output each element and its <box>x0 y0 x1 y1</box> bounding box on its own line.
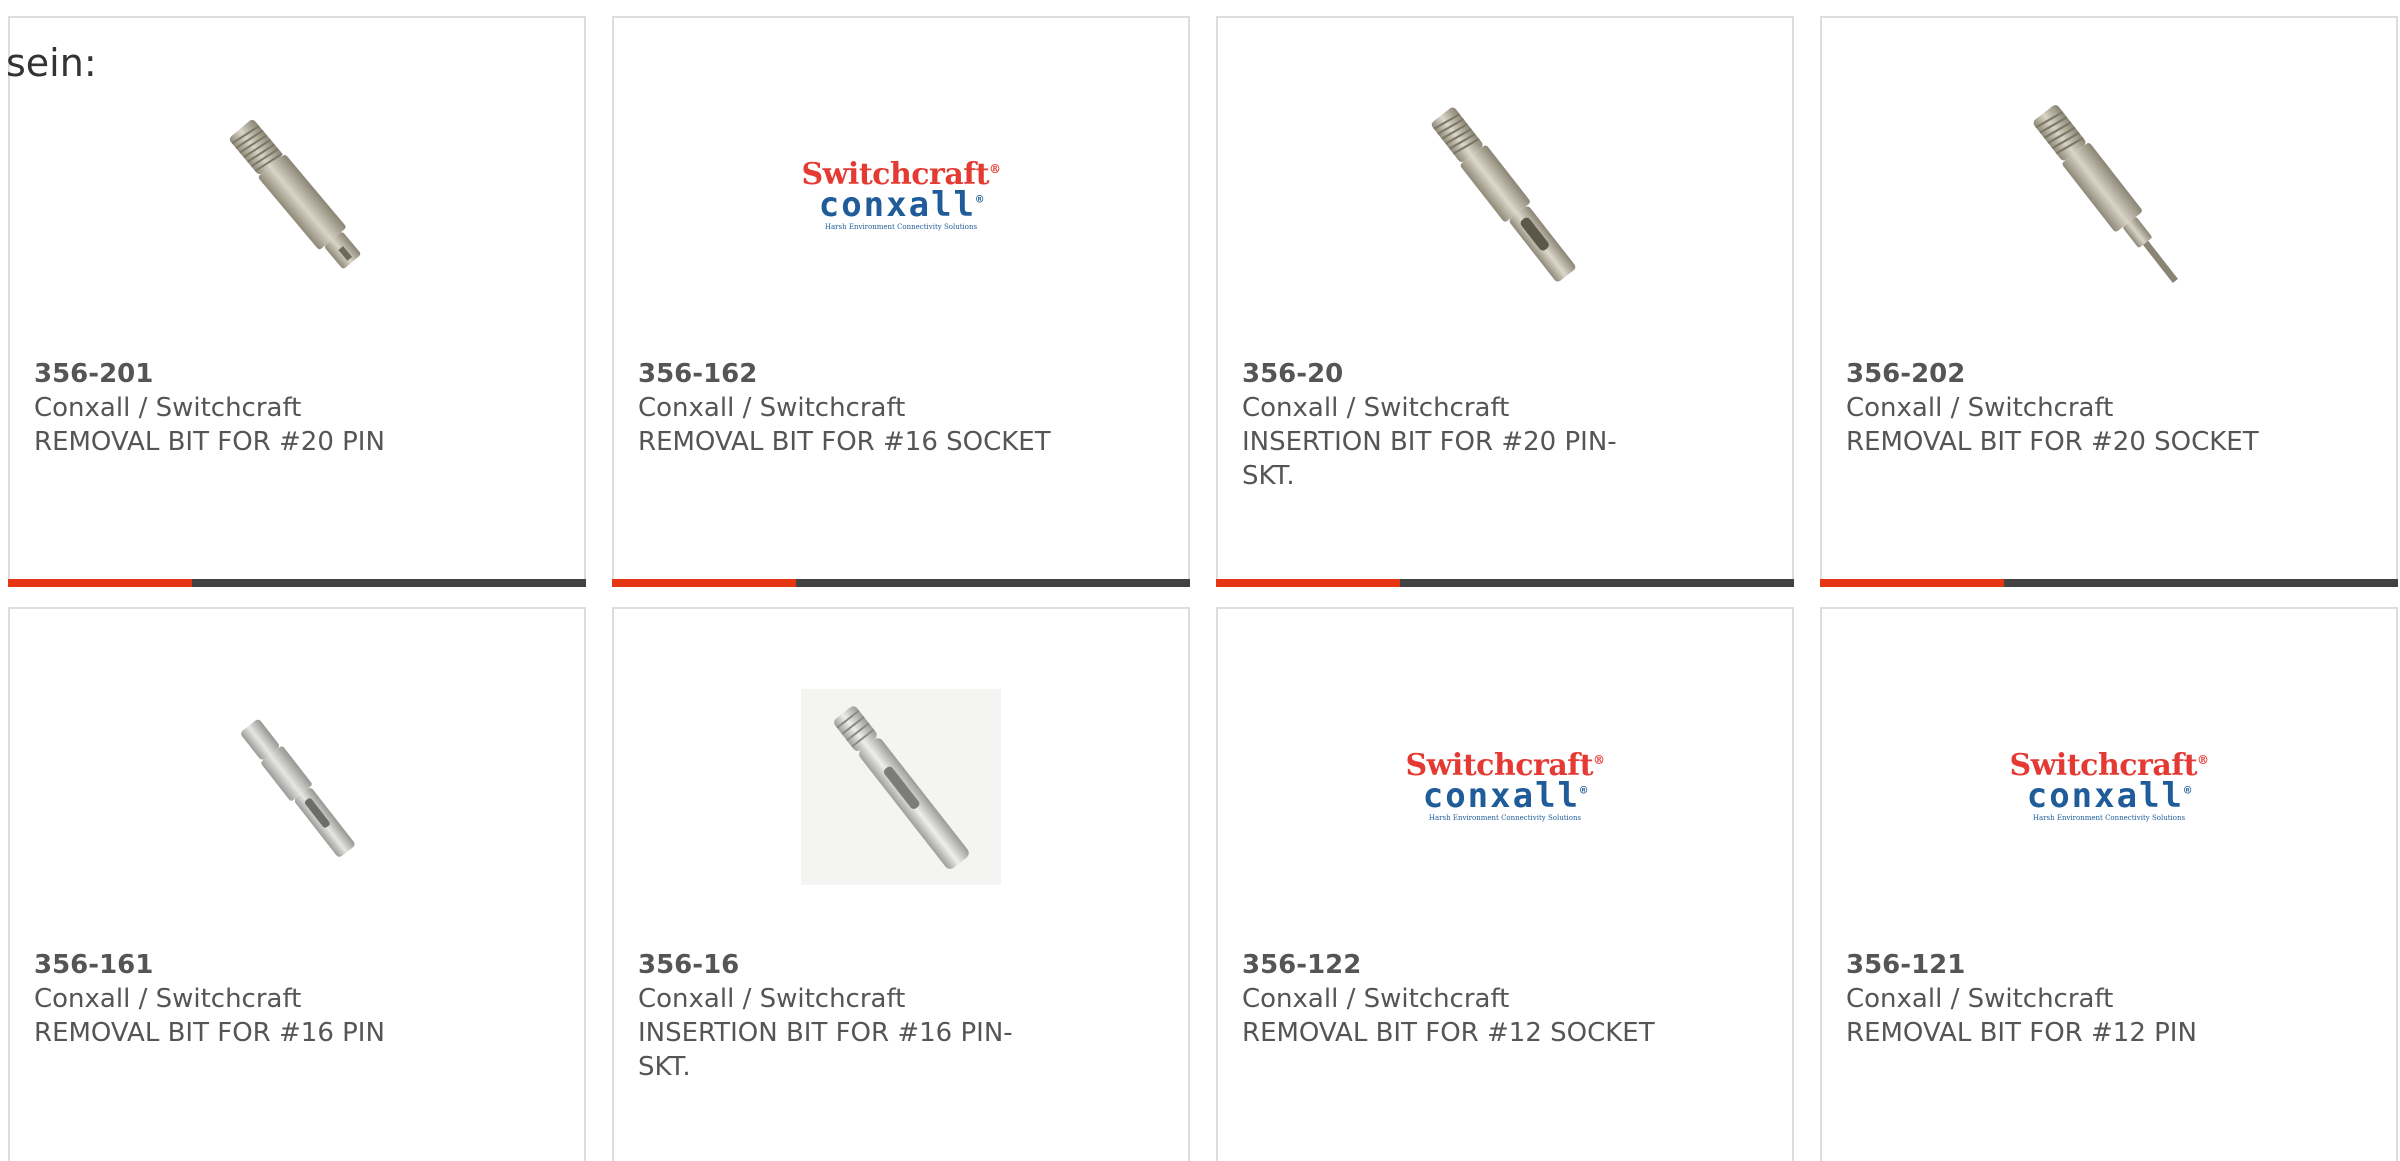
product-image[interactable]: Switchcraft® conxall® Harsh Environment … <box>614 78 1188 313</box>
description: INSERTION BIT FOR #20 PIN-SKT. <box>1242 427 1617 491</box>
product-info: 356-202 Conxall / Switchcraft REMOVAL BI… <box>1846 357 2286 459</box>
switchcraft-conxall-logo: Switchcraft® conxall® Harsh Environment … <box>2009 751 2209 822</box>
card-bottom-bar <box>612 579 1190 587</box>
bar-accent <box>8 579 192 587</box>
product-card[interactable]: 356-202 Conxall / Switchcraft REMOVAL BI… <box>1820 16 2398 587</box>
pin-tool-image <box>229 119 361 268</box>
part-number[interactable]: 356-161 <box>34 948 474 982</box>
part-number[interactable]: 356-162 <box>638 357 1078 391</box>
intro-text: sein: <box>6 41 97 85</box>
product-image[interactable] <box>1822 78 2396 313</box>
product-info: 356-162 Conxall / Switchcraft REMOVAL BI… <box>638 357 1078 459</box>
product-card[interactable]: 356-16 Conxall / Switchcraft INSERTION B… <box>612 607 1190 1161</box>
logo-tagline: Harsh Environment Connectivity Solutions <box>824 223 978 231</box>
description: REMOVAL BIT FOR #16 PIN <box>34 1018 385 1048</box>
description: REMOVAL BIT FOR #12 PIN <box>1846 1018 2197 1048</box>
product-card[interactable]: 356-201 Conxall / Switchcraft REMOVAL BI… <box>8 16 586 587</box>
product-image[interactable] <box>10 669 584 904</box>
part-number[interactable]: 356-202 <box>1846 357 2286 391</box>
pin-tool-image <box>241 719 355 857</box>
product-image[interactable] <box>614 669 1188 904</box>
manufacturer: Conxall / Switchcraft <box>34 393 302 423</box>
manufacturer: Conxall / Switchcraft <box>34 984 302 1014</box>
switchcraft-conxall-logo: Switchcraft® conxall® Harsh Environment … <box>1405 751 1605 822</box>
part-number[interactable]: 356-20 <box>1242 357 1682 391</box>
insertion-bit-image <box>1431 107 1576 281</box>
product-info: 356-16 Conxall / Switchcraft INSERTION B… <box>638 948 1078 1084</box>
product-info: 356-201 Conxall / Switchcraft REMOVAL BI… <box>34 357 474 459</box>
logo-mid-text: conxall® <box>2026 776 2192 816</box>
manufacturer: Conxall / Switchcraft <box>1846 984 2114 1014</box>
logo-tagline: Harsh Environment Connectivity Solutions <box>2032 814 2186 822</box>
product-card[interactable]: Switchcraft® conxall® Harsh Environment … <box>612 16 1190 587</box>
bar-accent <box>612 579 796 587</box>
bar-accent <box>1216 579 1400 587</box>
socket-tool-image <box>2033 104 2178 283</box>
manufacturer: Conxall / Switchcraft <box>1846 393 2114 423</box>
part-number[interactable]: 356-121 <box>1846 948 2286 982</box>
product-card[interactable]: Switchcraft® conxall® Harsh Environment … <box>1216 607 1794 1161</box>
card-bottom-bar <box>1216 579 1794 587</box>
product-info: 356-20 Conxall / Switchcraft INSERTION B… <box>1242 357 1682 493</box>
product-image[interactable]: Switchcraft® conxall® Harsh Environment … <box>1822 669 2396 904</box>
product-image[interactable]: Switchcraft® conxall® Harsh Environment … <box>1218 669 1792 904</box>
product-listing-page: sein: 356-201 Conxall / Switchcraft REMO… <box>0 0 2400 1161</box>
manufacturer: Conxall / Switchcraft <box>1242 393 1510 423</box>
product-card[interactable]: 356-161 Conxall / Switchcraft REMOVAL BI… <box>8 607 586 1161</box>
manufacturer: Conxall / Switchcraft <box>638 393 906 423</box>
logo-mid-text: conxall® <box>1422 776 1588 816</box>
logo-mid-text: conxall® <box>818 185 984 225</box>
card-bottom-bar <box>1820 579 2398 587</box>
product-info: 356-121 Conxall / Switchcraft REMOVAL BI… <box>1846 948 2286 1050</box>
bar-accent <box>1820 579 2004 587</box>
product-image[interactable] <box>10 78 584 313</box>
switchcraft-conxall-logo: Switchcraft® conxall® Harsh Environment … <box>801 160 1001 231</box>
product-info: 356-122 Conxall / Switchcraft REMOVAL BI… <box>1242 948 1682 1050</box>
manufacturer: Conxall / Switchcraft <box>1242 984 1510 1014</box>
part-number[interactable]: 356-122 <box>1242 948 1682 982</box>
description: INSERTION BIT FOR #16 PIN-SKT. <box>638 1018 1013 1082</box>
product-grid: 356-201 Conxall / Switchcraft REMOVAL BI… <box>8 16 2398 1161</box>
product-image[interactable] <box>1218 78 1792 313</box>
description: REMOVAL BIT FOR #20 SOCKET <box>1846 427 2259 457</box>
description: REMOVAL BIT FOR #12 SOCKET <box>1242 1018 1655 1048</box>
part-number[interactable]: 356-201 <box>34 357 474 391</box>
insertion-bit-image <box>801 688 1001 885</box>
logo-tagline: Harsh Environment Connectivity Solutions <box>1428 814 1582 822</box>
card-bottom-bar <box>8 579 586 587</box>
manufacturer: Conxall / Switchcraft <box>638 984 906 1014</box>
product-info: 356-161 Conxall / Switchcraft REMOVAL BI… <box>34 948 474 1050</box>
product-card[interactable]: Switchcraft® conxall® Harsh Environment … <box>1820 607 2398 1161</box>
description: REMOVAL BIT FOR #16 SOCKET <box>638 427 1051 457</box>
product-card[interactable]: 356-20 Conxall / Switchcraft INSERTION B… <box>1216 16 1794 587</box>
part-number[interactable]: 356-16 <box>638 948 1078 982</box>
description: REMOVAL BIT FOR #20 PIN <box>34 427 385 457</box>
